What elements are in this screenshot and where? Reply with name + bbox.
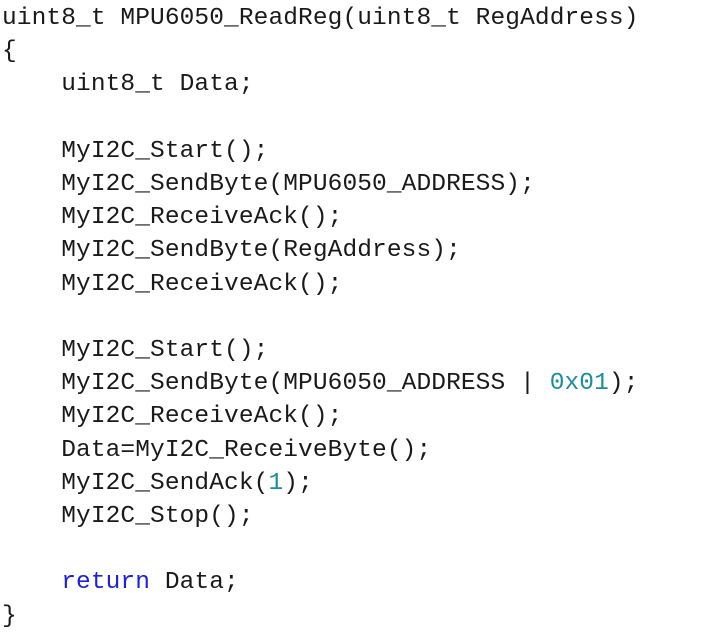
code-line: MyI2C_Start(); [2, 135, 268, 168]
code-token: Data=MyI2C_ReceiveByte(); [2, 436, 432, 464]
code-line: MyI2C_ReceiveAck(); [2, 400, 342, 433]
code-line: Data=MyI2C_ReceiveByte(); [2, 434, 431, 467]
code-token: { [2, 38, 17, 66]
code-line: MyI2C_ReceiveAck(); [2, 268, 342, 301]
code-line: uint8_t Data; [2, 68, 254, 101]
code-line: uint8_t MPU6050_ReadReg(uint8_t RegAddre… [2, 2, 639, 35]
code-token: MyI2C_ReceiveAck(); [2, 403, 343, 431]
code-token: ); [283, 469, 313, 497]
code-token: uint8_t MPU6050_ReadReg(uint8_t RegAddre… [2, 5, 639, 32]
code-token: Data; [150, 569, 239, 597]
code-token: MyI2C_SendByte(MPU6050_ADDRESS); [2, 171, 535, 198]
number-token: 1 [268, 469, 284, 497]
code-token: ); [608, 370, 639, 398]
code-line: { [2, 35, 17, 68]
code-line: return Data; [2, 566, 239, 599]
code-line: MyI2C_SendByte(MPU6050_ADDRESS | 0x01); [2, 367, 639, 400]
code-line: MyI2C_Start(); [2, 334, 268, 367]
code-token: MyI2C_ReceiveAck(); [2, 270, 343, 298]
code-token: MyI2C_SendByte(RegAddress); [2, 237, 461, 265]
keyword-token: return [61, 569, 151, 597]
code-token: MyI2C_SendByte(MPU6050_ADDRESS | [2, 370, 550, 398]
code-token: MyI2C_Stop(); [2, 503, 254, 530]
code-line: MyI2C_Stop(); [2, 500, 254, 533]
code-line: MyI2C_SendAck(1); [2, 467, 313, 500]
code-editor[interactable]: uint8_t MPU6050_ReadReg(uint8_t RegAddre… [2, 0, 722, 636]
code-token: } [2, 602, 17, 630]
code-line: MyI2C_ReceiveAck(); [2, 201, 342, 234]
code-token: uint8_t Data; [2, 71, 254, 99]
code-token: MyI2C_Start(); [2, 337, 269, 364]
code-line: MyI2C_SendByte(MPU6050_ADDRESS); [2, 168, 535, 201]
code-token: MyI2C_SendAck( [2, 469, 269, 497]
code-token: MyI2C_ReceiveAck(); [2, 204, 343, 232]
code-line: } [2, 600, 17, 633]
code-line: MyI2C_SendByte(RegAddress); [2, 234, 461, 267]
number-token: 0x01 [549, 370, 609, 398]
code-token: MyI2C_Start(); [2, 137, 269, 165]
